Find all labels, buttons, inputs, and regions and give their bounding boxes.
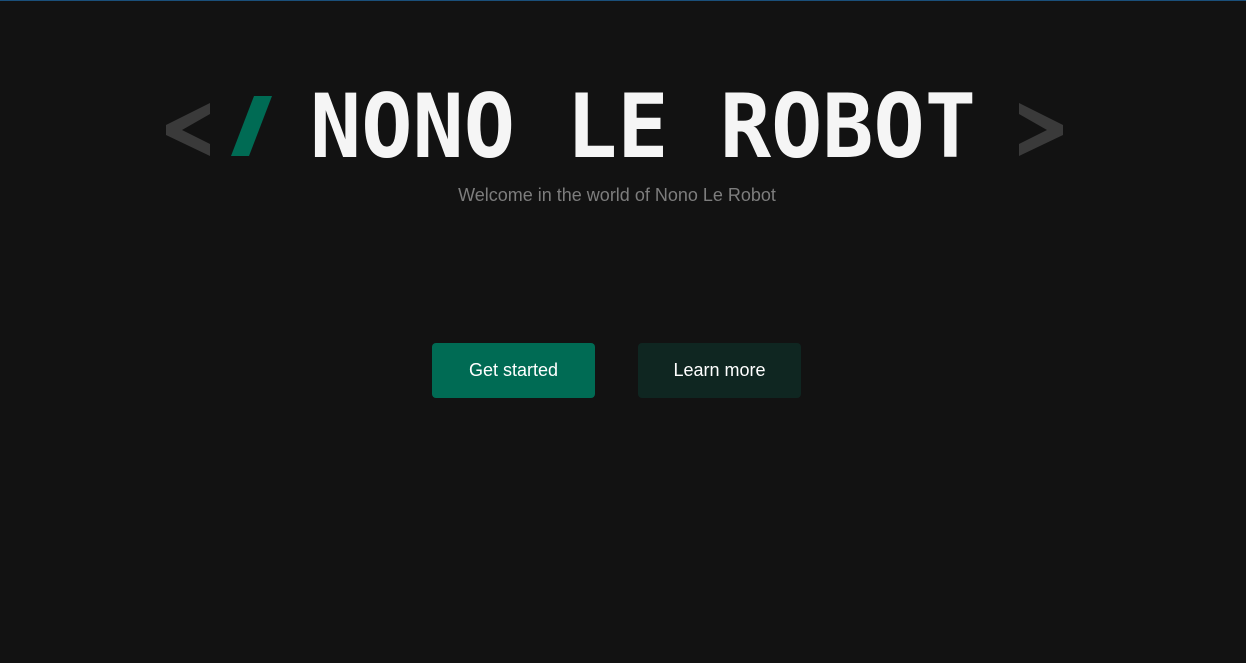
slash-icon bbox=[231, 96, 272, 156]
get-started-button[interactable]: Get started bbox=[432, 343, 595, 398]
learn-more-button[interactable]: Learn more bbox=[638, 343, 801, 398]
hero-subtitle: Welcome in the world of Nono Le Robot bbox=[458, 185, 776, 205]
close-bracket-icon bbox=[1019, 103, 1063, 156]
hero-logo-title: NONO LE ROBOT bbox=[0, 84, 1246, 164]
open-bracket-icon bbox=[166, 103, 210, 156]
top-border-line bbox=[0, 0, 1246, 1]
hero-title-text: NONO LE ROBOT bbox=[310, 84, 976, 164]
